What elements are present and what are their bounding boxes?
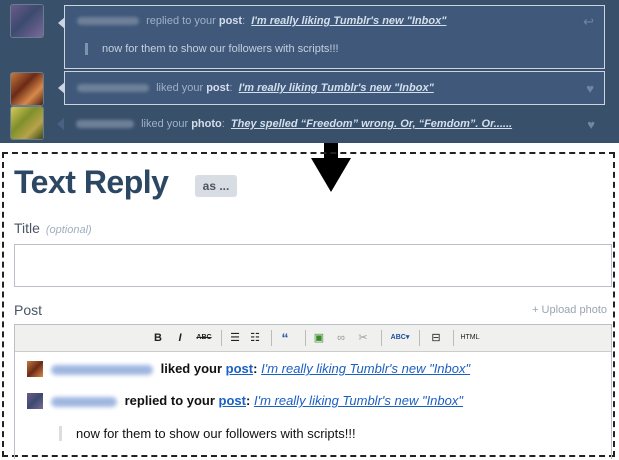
content-action: replied to your: [124, 393, 215, 408]
notification-action: replied to your: [146, 15, 216, 27]
blurred-username[interactable]: [51, 364, 153, 375]
blurred-username[interactable]: [76, 120, 134, 129]
content-line: liked your post: I'm really liking Tumbl…: [51, 361, 470, 376]
notification-action: liked your: [156, 82, 204, 94]
toolbar-divider: [305, 330, 306, 346]
content-post-title-link[interactable]: I'm really liking Tumblr's new "Inbox": [254, 393, 463, 408]
heart-icon[interactable]: ♥: [586, 81, 594, 96]
text-reply-panel: Text Reply as ... Title (optional) Post …: [2, 152, 615, 459]
content-colon: :: [246, 393, 251, 408]
link-icon[interactable]: ∞: [333, 330, 349, 346]
toolbar-divider: [419, 330, 420, 346]
title-label: Title (optional): [14, 220, 92, 236]
blurred-username[interactable]: [51, 396, 117, 407]
post-as-button[interactable]: as ...: [195, 175, 237, 197]
notification-pointer: [58, 17, 65, 29]
title-label-text: Title: [14, 220, 40, 236]
content-line: replied to your post: I'm really liking …: [51, 393, 463, 408]
content-object-link[interactable]: post: [219, 393, 246, 408]
upload-photo-link[interactable]: + Upload photo: [532, 304, 607, 316]
content-colon: :: [253, 361, 258, 376]
reply-icon[interactable]: ↩: [583, 14, 594, 30]
spellcheck-label: ABC: [390, 334, 406, 341]
notification-line: liked your photo: They spelled “Freedom”…: [76, 118, 512, 130]
notification-line: replied to your post: I'm really liking …: [77, 15, 446, 27]
italic-button[interactable]: I: [173, 330, 187, 346]
notification-like-photo[interactable]: liked your photo: They spelled “Freedom”…: [57, 108, 605, 140]
notification-post-title[interactable]: They spelled “Freedom” wrong. Or, “Femdo…: [231, 118, 512, 130]
content-quote: now for them to show our followers with …: [59, 426, 356, 441]
notification-object-link[interactable]: photo: [191, 118, 222, 130]
content-object-link[interactable]: post: [226, 361, 253, 376]
toolbar-divider: [271, 330, 272, 346]
toolbar-divider: [381, 330, 382, 346]
notification-line: liked your post: I'm really liking Tumbl…: [77, 82, 434, 94]
avatar[interactable]: [11, 107, 43, 139]
heart-icon[interactable]: ♥: [587, 117, 595, 132]
dashboard-notifications: replied to your post: I'm really liking …: [0, 0, 619, 143]
strikethrough-button[interactable]: ABC: [193, 330, 215, 346]
bold-button[interactable]: B: [151, 330, 165, 346]
title-input[interactable]: [14, 244, 612, 287]
editor-toolbar: B I ABC ☰ ☷ “ ▣ ∞ ✂ ABC▾ ⊟ HTML: [15, 325, 611, 352]
blurred-username[interactable]: [77, 17, 139, 26]
page-break-icon[interactable]: ⊟: [425, 330, 447, 346]
numbered-list-icon[interactable]: ☷: [247, 330, 263, 346]
content-post-title-link[interactable]: I'm really liking Tumblr's new "Inbox": [261, 361, 470, 376]
blockquote-icon[interactable]: “: [277, 330, 293, 346]
avatar: [27, 393, 43, 409]
bullet-list-icon[interactable]: ☰: [227, 330, 243, 346]
editor-content[interactable]: liked your post: I'm really liking Tumbl…: [15, 352, 611, 460]
notification-action: liked your: [141, 118, 189, 130]
notification-pointer: [58, 82, 65, 94]
notification-post-title[interactable]: I'm really liking Tumblr's new "Inbox": [251, 15, 446, 27]
notification-post-title[interactable]: I'm really liking Tumblr's new "Inbox": [239, 82, 434, 94]
post-editor[interactable]: B I ABC ☰ ☷ “ ▣ ∞ ✂ ABC▾ ⊟ HTML liked yo…: [14, 324, 612, 459]
avatar[interactable]: [11, 5, 43, 37]
spellcheck-button[interactable]: ABC▾: [387, 330, 413, 346]
notification-quote: now for them to show our followers with …: [85, 43, 339, 55]
insert-image-icon[interactable]: ▣: [311, 330, 327, 346]
notification-like-post[interactable]: liked your post: I'm really liking Tumbl…: [58, 71, 605, 105]
notification-pointer: [57, 118, 64, 130]
notification-object-link[interactable]: post: [219, 15, 242, 27]
toolbar-divider: [221, 330, 222, 346]
notification-object-link[interactable]: post: [206, 82, 229, 94]
toolbar-divider: [453, 330, 454, 346]
unlink-icon[interactable]: ✂: [355, 330, 371, 346]
avatar: [27, 361, 43, 377]
html-button[interactable]: HTML: [458, 330, 482, 346]
avatar[interactable]: [11, 73, 43, 105]
content-action: liked your: [160, 361, 223, 376]
optional-hint: (optional): [45, 224, 92, 236]
post-label: Post: [14, 302, 43, 318]
page-title: Text Reply: [14, 164, 169, 200]
notification-reply[interactable]: replied to your post: I'm really liking …: [58, 5, 605, 69]
blurred-username[interactable]: [77, 84, 149, 93]
